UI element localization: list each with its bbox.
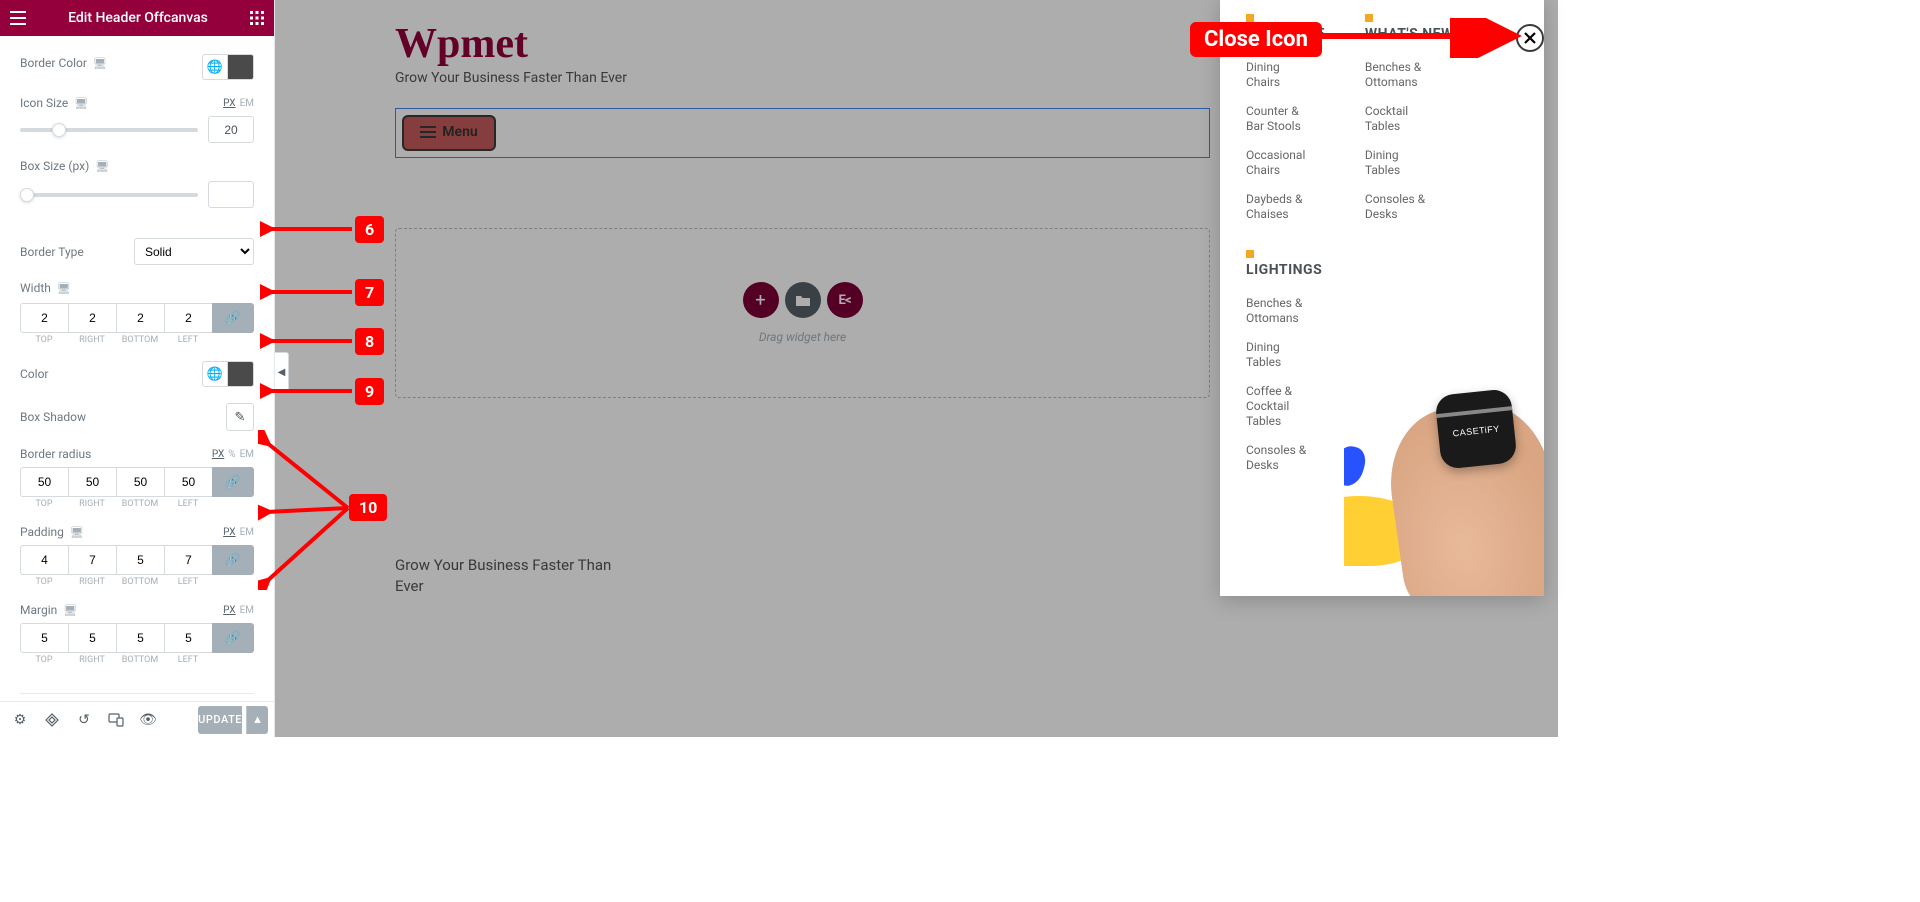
color-label: Color <box>20 367 48 381</box>
monitor-icon[interactable]: 🖥 <box>74 97 88 110</box>
unit-px[interactable]: PX <box>223 98 235 109</box>
margin-right[interactable] <box>68 623 116 653</box>
update-button[interactable]: UPDATE <box>198 706 242 734</box>
radius-top[interactable] <box>20 467 68 497</box>
list-item[interactable]: Dining Tables <box>1246 340 1316 370</box>
oc-heading-whatsnew: WHAT'S NEW <box>1365 26 1454 42</box>
oc-heading-lightings: LIGHTINGS <box>1246 262 1518 278</box>
unit-em[interactable]: EM <box>240 449 254 460</box>
radius-left[interactable] <box>164 467 212 497</box>
list-item[interactable]: Coffee & Cocktail Tables <box>1246 384 1316 429</box>
padding-bottom[interactable] <box>116 545 164 575</box>
margin-bottom[interactable] <box>116 623 164 653</box>
border-radius-label: Border radius <box>20 447 91 461</box>
collapse-panel-tab[interactable]: ◀ <box>275 352 289 392</box>
icon-size-label: Icon Size <box>20 96 68 110</box>
globe-icon[interactable]: 🌐 <box>202 361 228 387</box>
apps-icon[interactable] <box>250 11 264 25</box>
oc-heading-furniture: FURNITURE <box>1246 26 1325 42</box>
monitor-icon[interactable]: 🖥 <box>70 526 84 539</box>
unit-em[interactable]: EM <box>240 605 254 616</box>
link-icon[interactable]: 🔗 <box>212 467 254 497</box>
history-icon[interactable]: ↺ <box>70 706 98 734</box>
color-swatch[interactable] <box>228 361 254 387</box>
icon-size-slider[interactable] <box>20 128 198 132</box>
padding-left[interactable] <box>164 545 212 575</box>
list-item[interactable]: Counter & Bar Stools <box>1246 104 1316 134</box>
margin-label: Margin <box>20 603 57 617</box>
margin-left[interactable] <box>164 623 212 653</box>
width-left[interactable] <box>164 303 212 333</box>
width-label: Width <box>20 281 51 295</box>
radius-bottom[interactable] <box>116 467 164 497</box>
unit-em[interactable]: EM <box>240 98 254 109</box>
offcanvas-panel: FURNITURE Dining Chairs Counter & Bar St… <box>1220 0 1544 596</box>
margin-top[interactable] <box>20 623 68 653</box>
unit-em[interactable]: EM <box>240 527 254 538</box>
padding-right[interactable] <box>68 545 116 575</box>
unit-percent[interactable]: % <box>228 449 235 460</box>
box-size-input[interactable] <box>208 181 254 208</box>
monitor-icon[interactable]: 🖥 <box>93 57 107 70</box>
monitor-icon[interactable]: 🖥 <box>63 604 77 617</box>
box-shadow-label: Box Shadow <box>20 410 86 424</box>
border-color-label: Border Color <box>20 56 87 70</box>
unit-px[interactable]: PX <box>223 527 235 538</box>
list-item[interactable]: Dining Chairs <box>1246 60 1316 90</box>
radius-right[interactable] <box>68 467 116 497</box>
list-item[interactable]: Consoles & Desks <box>1246 443 1316 473</box>
navigator-icon[interactable] <box>38 706 66 734</box>
update-caret[interactable]: ▴ <box>246 706 268 734</box>
settings-icon[interactable]: ⚙ <box>6 706 34 734</box>
width-right[interactable] <box>68 303 116 333</box>
padding-label: Padding <box>20 525 64 539</box>
unit-px[interactable]: PX <box>212 449 224 460</box>
edit-icon[interactable]: ✎ <box>226 403 254 431</box>
panel-title: Edit Header Offcanvas <box>68 10 208 26</box>
padding-top[interactable] <box>20 545 68 575</box>
link-icon[interactable]: 🔗 <box>212 303 254 333</box>
unit-px[interactable]: PX <box>223 605 235 616</box>
list-item[interactable]: Dining Tables <box>1365 148 1435 178</box>
box-size-slider[interactable] <box>20 193 198 197</box>
offcanvas-panel-accordion[interactable]: ▸ Offcanvas Panel <box>20 693 254 701</box>
box-size-label: Box Size (px) <box>20 159 89 173</box>
list-item[interactable]: Daybeds & Chaises <box>1246 192 1316 222</box>
responsive-icon[interactable] <box>102 706 130 734</box>
hamburger-icon[interactable] <box>10 11 26 25</box>
airpods-case <box>1434 388 1517 470</box>
list-item[interactable]: Benches & Ottomans <box>1365 60 1435 90</box>
icon-size-input[interactable] <box>208 116 254 143</box>
link-icon[interactable]: 🔗 <box>212 623 254 653</box>
border-type-select[interactable]: Solid <box>134 238 254 265</box>
list-item[interactable]: Consoles & Desks <box>1365 192 1435 222</box>
preview-icon[interactable]: 👁 <box>134 706 162 734</box>
width-top[interactable] <box>20 303 68 333</box>
link-icon[interactable]: 🔗 <box>212 545 254 575</box>
border-type-label: Border Type <box>20 245 84 259</box>
list-item[interactable]: Benches & Ottomans <box>1246 296 1316 326</box>
border-color-swatch[interactable] <box>228 54 254 80</box>
panel-header: Edit Header Offcanvas <box>0 0 274 36</box>
product-image <box>1344 346 1544 596</box>
width-bottom[interactable] <box>116 303 164 333</box>
list-item[interactable]: Occasional Chairs <box>1246 148 1316 178</box>
close-icon[interactable] <box>1516 24 1544 52</box>
monitor-icon[interactable]: 🖥 <box>57 282 71 295</box>
monitor-icon[interactable]: 🖥 <box>95 160 109 173</box>
globe-icon[interactable]: 🌐 <box>202 54 228 80</box>
list-item[interactable]: Cocktail Tables <box>1365 104 1435 134</box>
